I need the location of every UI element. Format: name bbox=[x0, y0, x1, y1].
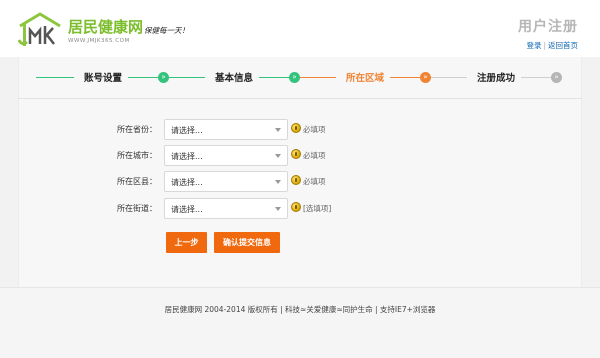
form-row-district: 所在区县： 请选择... 必填项 bbox=[0, 171, 600, 193]
submit-button[interactable]: 确认提交信息 bbox=[214, 232, 280, 253]
info-icon bbox=[291, 202, 301, 212]
step-arrow-icon: » bbox=[551, 72, 562, 83]
step-label-region: 所在区域 bbox=[346, 73, 385, 84]
form-row-street: 所在街道： 请选择... [选填项] bbox=[0, 198, 600, 220]
province-select[interactable]: 请选择... bbox=[164, 119, 288, 140]
house-logo-icon bbox=[18, 12, 61, 46]
home-link[interactable]: 返回首页 bbox=[548, 41, 578, 50]
step-line bbox=[521, 77, 551, 78]
logo-url: WWW.JMJK365.COM bbox=[68, 38, 130, 44]
progress-steps: 账号设置 » 基本信息 » 所在区域 » 注册成功 » bbox=[0, 57, 600, 99]
login-link[interactable]: 登录 bbox=[526, 41, 541, 50]
step-line bbox=[300, 77, 336, 78]
step-label-account: 账号设置 bbox=[84, 73, 123, 84]
city-select[interactable]: 请选择... bbox=[164, 145, 288, 166]
chevron-down-icon bbox=[275, 207, 281, 211]
links-separator: | bbox=[543, 41, 546, 50]
info-icon bbox=[291, 149, 301, 159]
header-right: 用户注册 登录 | 返回首页 bbox=[518, 16, 578, 51]
site-logo[interactable]: 居民健康网 WWW.JMJK365.COM 保健每一天！ bbox=[18, 12, 268, 50]
site-footer: 居民健康网 2004-2014 版权所有 | 科技≈关爱健康≈同护生命 | 支持… bbox=[0, 287, 600, 358]
logo-slogan: 保健每一天！ bbox=[144, 26, 189, 35]
district-select[interactable]: 请选择... bbox=[164, 171, 288, 192]
form-row-province: 所在省份： 请选择... 必填项 bbox=[0, 119, 600, 141]
note-text: 必填项 bbox=[303, 125, 326, 134]
form-row-city: 所在城市： 请选择... 必填项 bbox=[0, 145, 600, 167]
province-label: 所在省份： bbox=[117, 125, 157, 134]
site-header: 居民健康网 WWW.JMJK365.COM 保健每一天！ 用户注册 登录 | 返回首… bbox=[0, 0, 600, 57]
step-line bbox=[431, 77, 467, 78]
chevron-down-icon bbox=[275, 128, 281, 132]
step-line bbox=[169, 77, 205, 78]
step-label-basic: 基本信息 bbox=[215, 73, 254, 84]
street-label: 所在街道： bbox=[117, 204, 157, 213]
province-value: 请选择... bbox=[171, 126, 203, 135]
step-line bbox=[259, 77, 289, 78]
step-arrow-icon: » bbox=[420, 72, 431, 83]
chevron-down-icon bbox=[275, 180, 281, 184]
header-links: 登录 | 返回首页 bbox=[518, 40, 578, 51]
step-line bbox=[390, 77, 420, 78]
step-line bbox=[128, 77, 158, 78]
prev-step-button[interactable]: 上一步 bbox=[166, 232, 207, 253]
note-text: [选填项] bbox=[303, 204, 332, 213]
info-icon bbox=[291, 123, 301, 133]
step-arrow-icon: » bbox=[289, 72, 300, 83]
note-text: 必填项 bbox=[303, 151, 326, 160]
district-label: 所在区县： bbox=[117, 177, 157, 186]
step-line bbox=[36, 77, 74, 78]
info-icon bbox=[291, 175, 301, 185]
street-select[interactable]: 请选择... bbox=[164, 198, 288, 219]
city-value: 请选择... bbox=[171, 152, 203, 161]
logo-name: 居民健康网 bbox=[68, 18, 144, 36]
page-title: 用户注册 bbox=[518, 19, 578, 35]
chevron-down-icon bbox=[275, 154, 281, 158]
district-value: 请选择... bbox=[171, 178, 203, 187]
steps-divider bbox=[18, 98, 582, 99]
step-label-success: 注册成功 bbox=[477, 73, 516, 84]
step-arrow-icon: » bbox=[158, 72, 169, 83]
street-value: 请选择... bbox=[171, 205, 203, 214]
footer-text: 居民健康网 2004-2014 版权所有 | 科技≈关爱健康≈同护生命 | 支持… bbox=[164, 305, 436, 314]
note-text: 必填项 bbox=[303, 177, 326, 186]
city-label: 所在城市： bbox=[117, 151, 157, 160]
